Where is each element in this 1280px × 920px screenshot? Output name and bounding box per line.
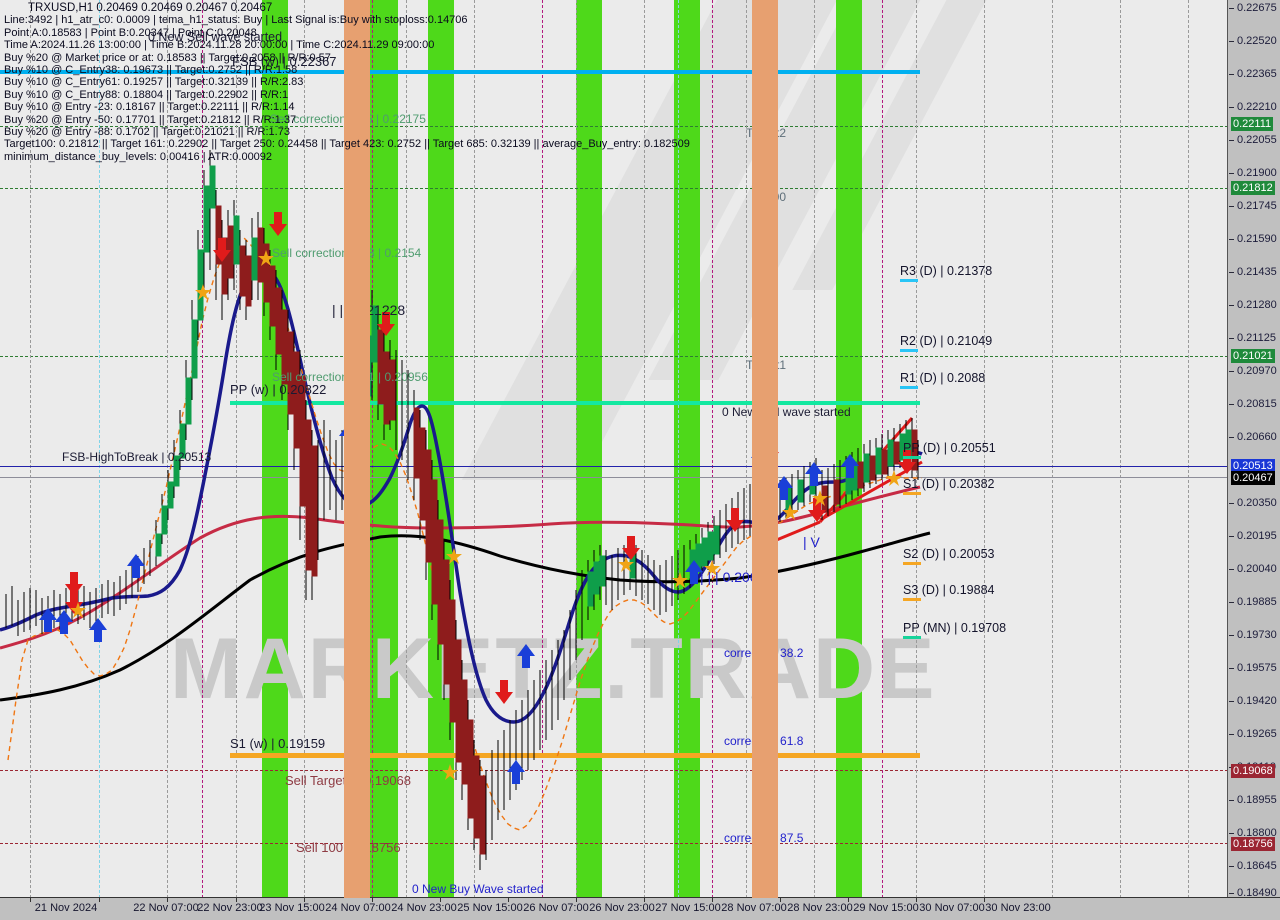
time-tick: 21 Nov 2024 xyxy=(34,902,98,914)
price-tag-target161: 0.22111 xyxy=(1231,117,1274,131)
price-tick: 0.19420 xyxy=(1237,695,1277,707)
info-line: Buy %10 @ Entry -23: 0.18167 || Target:0… xyxy=(4,101,295,114)
time-tick: 23 Nov 15:00 xyxy=(259,902,325,914)
pivot-s3: S3 (D) | 0.19884 xyxy=(903,583,995,601)
buy-arrow-icon xyxy=(127,554,145,578)
time-tick: 24 Nov 07:00 xyxy=(325,902,391,914)
time-tick: 25 Nov 15:00 xyxy=(457,902,523,914)
pivot-r1-marker xyxy=(900,386,918,389)
time-tick: 26 Nov 23:00 xyxy=(589,902,655,914)
pivot-s3-marker xyxy=(903,598,921,601)
time-scale[interactable]: 21 Nov 2024 22 Nov 07:00 22 Nov 23:00 23… xyxy=(0,897,1280,920)
price-tick: 0.20040 xyxy=(1237,563,1277,575)
time-tick: 28 Nov 23:00 xyxy=(787,902,853,914)
annotation-new-sell-wave-right: 0 New Sell wave started xyxy=(722,405,851,419)
price-tick: 0.20195 xyxy=(1237,530,1277,542)
info-line: Buy %20 @ Entry -50: 0.17701 || Target:0… xyxy=(4,113,297,126)
time-tick: 30 Nov 07:00 xyxy=(919,902,985,914)
info-line: Line:3492 | h1_atr_c0: 0.0009 | tema_h1_… xyxy=(4,14,468,27)
symbol-ohlc-line: TRXUSD,H1 0.20469 0.20469 0.20467 0.2046… xyxy=(28,2,273,14)
price-scale[interactable]: 0.22675 0.22520 0.22365 0.22210 0.22055 … xyxy=(1227,0,1280,899)
info-line: Buy %20 @ Market price or at: 0.18583 ||… xyxy=(4,51,331,64)
price-tick: 0.22055 xyxy=(1237,134,1277,146)
pivot-s2: S2 (D) | 0.20053 xyxy=(903,547,995,565)
pivot-s1-marker xyxy=(903,492,921,495)
annotation-fsb-high-to-break: FSB-HighToBreak | 0.20513 xyxy=(62,450,212,464)
info-line: Buy %10 @ C_Entry61: 0.19257 || Target:0… xyxy=(4,76,304,89)
info-line: Buy %20 @ Entry -88: 0.1702 || Target:0.… xyxy=(4,126,290,139)
price-tag-last: 0.20467 xyxy=(1231,471,1275,485)
pivot-s1-label: S1 (D) | 0.20382 xyxy=(903,477,995,491)
info-line: Point A:0.18583 | Point B:0.20347 | Poin… xyxy=(4,26,257,39)
pivot-pp-mn-label: PP (MN) | 0.19708 xyxy=(903,621,1007,635)
time-tick: 29 Nov 15:00 xyxy=(853,902,919,914)
pivot-pp-d: PP (D) | 0.20551 xyxy=(903,441,996,459)
info-line: Target100: 0.21812 || Target 161: 0.2290… xyxy=(4,138,690,151)
price-tick: 0.18645 xyxy=(1237,860,1277,872)
pivot-s2-marker xyxy=(903,562,921,565)
price-tick: 0.21590 xyxy=(1237,233,1277,245)
price-tick: 0.21745 xyxy=(1237,200,1277,212)
pivot-s1: S1 (D) | 0.20382 xyxy=(903,477,995,495)
sell-arrow-icon xyxy=(495,680,513,704)
pivot-s3-label: S3 (D) | 0.19884 xyxy=(903,583,995,597)
annotation-new-buy-wave: 0 New Buy Wave started xyxy=(412,882,544,896)
price-tick: 0.19730 xyxy=(1237,629,1277,641)
time-tick: 27 Nov 15:00 xyxy=(655,902,721,914)
price-tag-target100: 0.21812 xyxy=(1231,181,1275,195)
time-tick: 22 Nov 07:00 xyxy=(133,902,199,914)
price-tick: 0.21900 xyxy=(1237,167,1277,179)
price-tick: 0.22675 xyxy=(1237,2,1277,14)
pivot-r2-label: R2 (D) | 0.21049 xyxy=(900,334,993,348)
pivot-pp-d-label: PP (D) | 0.20551 xyxy=(903,441,996,455)
price-tick: 0.20815 xyxy=(1237,398,1277,410)
price-tick: 0.19575 xyxy=(1237,662,1277,674)
price-tick: 0.21435 xyxy=(1237,266,1277,278)
pivot-r1-label: R1 (D) | 0.2088 xyxy=(900,371,986,385)
pivot-r3-label: R3 (D) | 0.21378 xyxy=(900,264,993,278)
info-line: minimum_distance_buy_levels: 0.00416 | A… xyxy=(4,150,273,163)
time-tick: 24 Nov 23:00 xyxy=(391,902,457,914)
info-line: Buy %10 @ C_Entry88: 0.18804 || Target:0… xyxy=(4,88,289,101)
sell-arrow-icon xyxy=(269,212,287,236)
annotation-wave-v: | V xyxy=(803,534,820,550)
pivot-r1: R1 (D) | 0.2088 xyxy=(900,371,985,389)
pivot-r2: R2 (D) | 0.21049 xyxy=(900,334,992,352)
price-tick: 0.22210 xyxy=(1237,101,1277,113)
pivot-r3-marker xyxy=(900,279,918,282)
price-tag-selltgt1: 0.19068 xyxy=(1231,764,1275,778)
price-tick: 0.19265 xyxy=(1237,728,1277,740)
price-tick: 0.22520 xyxy=(1237,35,1277,47)
time-tick: 26 Nov 07:00 xyxy=(523,902,589,914)
chart-info-panel: TRXUSD,H1 0.20469 0.20469 0.20467 0.2046… xyxy=(4,2,690,163)
pivot-r3: R3 (D) | 0.21378 xyxy=(900,264,992,282)
session-band-orange xyxy=(752,0,778,898)
time-tick: 30 Nov 23:00 xyxy=(985,902,1051,914)
price-tick: 0.20970 xyxy=(1237,365,1277,377)
info-line: Buy %10 @ C_Entry38: 0.19673 || Target:0… xyxy=(4,64,298,77)
price-tick: 0.21280 xyxy=(1237,299,1277,311)
annotation-s1-week: S1 (w) | 0.19159 xyxy=(230,736,326,751)
annotation-pp-week: PP (w) | 0.20822 xyxy=(230,382,327,397)
buy-arrow-icon xyxy=(89,618,107,642)
pivot-pp-mn-marker xyxy=(903,636,921,639)
pivot-pp-d-marker xyxy=(903,456,921,459)
time-tick: 22 Nov 23:00 xyxy=(197,902,263,914)
price-tick: 0.19885 xyxy=(1237,596,1277,608)
candlestick-series xyxy=(5,150,919,870)
buy-arrow-icon xyxy=(517,644,535,668)
price-tag-sell100: 0.18756 xyxy=(1231,837,1275,851)
pivot-pp-mn: PP (MN) | 0.19708 xyxy=(903,621,1006,639)
pivot-r2-marker xyxy=(900,349,918,352)
price-tick: 0.20350 xyxy=(1237,497,1277,509)
price-tick: 0.22365 xyxy=(1237,68,1277,80)
price-tick: 0.18955 xyxy=(1237,794,1277,806)
price-tag-entry88: 0.21021 xyxy=(1231,349,1275,363)
pivot-s2-label: S2 (D) | 0.20053 xyxy=(903,547,995,561)
price-tick: 0.20660 xyxy=(1237,431,1277,443)
time-tick: 28 Nov 07:00 xyxy=(721,902,787,914)
price-tick: 0.21125 xyxy=(1237,332,1276,344)
chart-window: MARKETZ.TRADE 0 New Sell wave started FS… xyxy=(0,0,1280,920)
info-line: Time A:2024.11.26 13:00:00 | Time B:2024… xyxy=(4,39,435,52)
